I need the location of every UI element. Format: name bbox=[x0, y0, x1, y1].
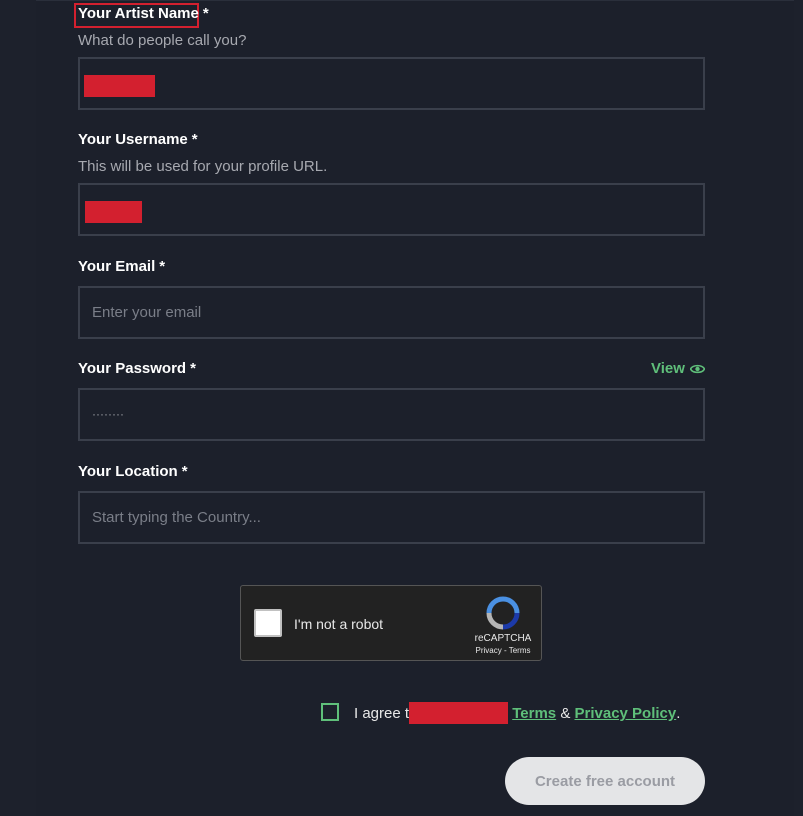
username-label: Your Username * bbox=[78, 131, 198, 148]
password-value: ········ bbox=[92, 407, 124, 421]
username-field[interactable] bbox=[78, 183, 705, 236]
create-account-button[interactable]: Create free account bbox=[505, 757, 705, 805]
email-placeholder: Enter your email bbox=[92, 304, 202, 321]
recaptcha-links[interactable]: Privacy - Terms bbox=[457, 646, 549, 655]
recaptcha-checkbox[interactable] bbox=[254, 609, 282, 637]
recaptcha-widget: I'm not a robot reCAPTCHA Privacy - Term… bbox=[240, 585, 542, 661]
agree-checkbox[interactable] bbox=[321, 703, 339, 721]
recaptcha-brand: reCAPTCHA bbox=[474, 633, 532, 644]
recaptcha-text: I'm not a robot bbox=[294, 616, 384, 632]
email-label: Your Email * bbox=[78, 258, 166, 275]
username-help: This will be used for your profile URL. bbox=[78, 158, 328, 175]
agree-text: I agree t Terms & Privacy Policy. bbox=[354, 702, 680, 725]
location-label: Your Location * bbox=[78, 463, 188, 480]
password-field[interactable]: ········ bbox=[78, 388, 705, 441]
artist-name-label: Your Artist Name * bbox=[78, 5, 209, 22]
terms-link[interactable]: Terms bbox=[512, 705, 556, 722]
password-label: Your Password * bbox=[78, 360, 196, 377]
redacted-value bbox=[85, 201, 142, 223]
location-field[interactable]: Start typing the Country... bbox=[78, 491, 705, 544]
view-password-toggle[interactable]: View bbox=[651, 360, 705, 377]
privacy-policy-link[interactable]: Privacy Policy bbox=[575, 705, 677, 722]
email-field[interactable]: Enter your email bbox=[78, 286, 705, 339]
view-label: View bbox=[651, 360, 685, 377]
location-placeholder: Start typing the Country... bbox=[92, 509, 261, 526]
eye-icon bbox=[689, 364, 705, 373]
artist-name-field[interactable] bbox=[78, 57, 705, 110]
redacted-value bbox=[84, 75, 155, 97]
artist-name-help: What do people call you? bbox=[78, 32, 247, 49]
redacted-text bbox=[409, 702, 509, 724]
recaptcha-logo-icon bbox=[486, 596, 520, 630]
